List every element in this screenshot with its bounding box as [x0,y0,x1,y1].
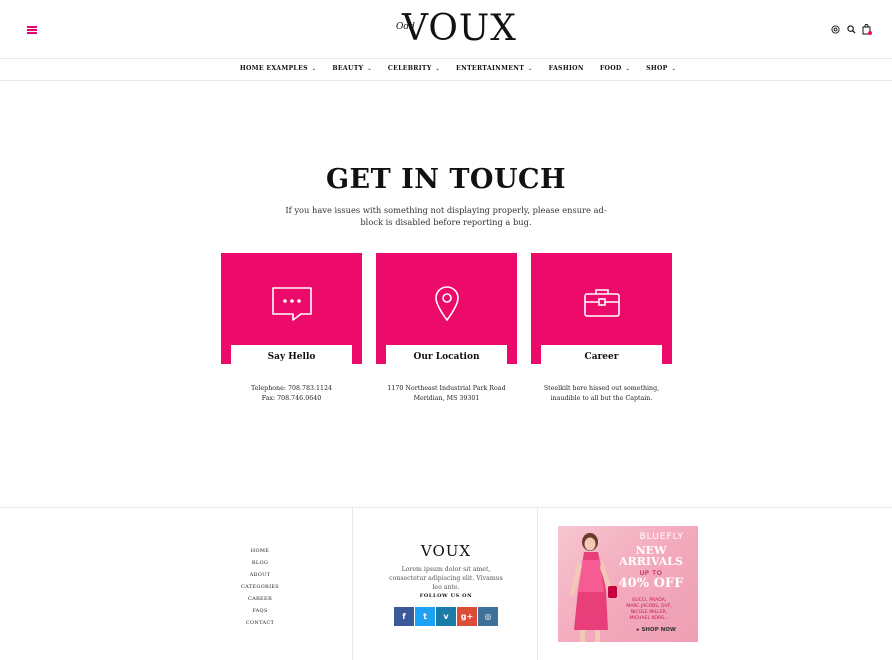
card-details: Telephone: 708.783.1124 Fax: 708.746.064… [250,385,333,402]
social-links: f t v g+ ◎ [394,607,498,626]
nav-item-celebrity[interactable]: CELEBRITY ⌄ [388,59,440,79]
card-label: Our Location [386,345,507,375]
nav-item-shop[interactable]: SHOP ⌄ [646,59,676,79]
header-icons [830,23,872,35]
footer-links-column: HOME BLOG ABOUT CATEGORIES CAREER FAQS C… [0,508,353,660]
footer-link-categories[interactable]: CATEGORIES [230,581,290,593]
follow-us-label: FOLLOW US ON [419,593,473,599]
location-pin-icon [433,286,461,326]
footer-link-contact[interactable]: CONTACT [230,617,290,629]
ad-brands-list: GUCCI, PRADA, MARC JACOBS, DVF, NICOLE M… [626,598,672,621]
nav-list: HOME EXAMPLES ⌄ BEAUTY ⌄ CELEBRITY ⌄ ENTERT… [0,59,892,79]
chat-bubble-icon [271,286,313,326]
card-label: Say Hello [231,345,352,375]
card-box: Say Hello [221,253,362,375]
nav-item-home-examples[interactable]: HOME EXAMPLES ⌄ [240,59,317,79]
vimeo-icon[interactable]: v [436,607,456,626]
ad-discount: 40% OFF [618,576,684,591]
instagram-icon[interactable]: ◎ [478,607,498,626]
advertisement-banner[interactable]: BLUEFLY NEW ARRIVALS UP TO 40% OFF GUCCI… [558,526,698,642]
card-details: Steelkilt here hissed out something, ina… [543,385,660,402]
footer-links: HOME BLOG ABOUT CATEGORIES CAREER FAQS C… [230,545,290,629]
at-icon[interactable] [830,24,840,34]
chevron-down-icon: ⌄ [311,66,317,72]
card-details: 1170 Northeast Industrial Park Road Meri… [387,385,506,402]
model-figure-image [570,533,617,642]
site-header: Odd VOUX [0,0,892,59]
chevron-down-icon: ⌄ [625,66,631,72]
ad-brand: BLUEFLY [639,532,684,542]
chevron-down-icon: ⌄ [671,66,677,72]
footer-logo[interactable]: VOUX [354,542,538,560]
page-subtitle: If you have issues with something not di… [285,205,607,227]
nav-item-fashion[interactable]: FASHION [549,59,584,79]
shopping-bag-icon[interactable] [862,23,872,35]
card-box: Our Location [376,253,517,375]
footer-link-home[interactable]: HOME [230,545,290,557]
contact-card-career: Career Steelkilt here hissed out somethi… [531,253,672,402]
chevron-down-icon: ⌄ [367,66,372,72]
chevron-down-icon: ⌄ [528,66,533,72]
ad-headline: NEW ARRIVALS [619,544,683,568]
page-title: GET IN TOUCH [326,164,566,195]
footer-link-about[interactable]: ABOUT [230,569,290,581]
logo-text: VOUX [402,8,517,49]
contact-card-say-hello: Say Hello Telephone: 708.783.1124 Fax: 7… [221,253,362,402]
card-label: Career [541,345,662,375]
main-nav: HOME EXAMPLES ⌄ BEAUTY ⌄ CELEBRITY ⌄ ENTERT… [0,59,892,81]
footer-link-career[interactable]: CAREER [230,593,290,605]
twitter-icon[interactable]: t [415,607,435,626]
footer-link-faqs[interactable]: FAQS [230,605,290,617]
facebook-icon[interactable]: f [394,607,414,626]
footer-link-blog[interactable]: BLOG [230,557,290,569]
nav-item-beauty[interactable]: BEAUTY ⌄ [332,59,371,79]
chevron-down-icon: ⌄ [435,66,441,72]
briefcase-icon [583,286,621,322]
card-box: Career [531,253,672,375]
site-logo[interactable]: Odd VOUX [396,8,516,50]
hamburger-menu-icon[interactable] [27,26,37,34]
ad-shop-now-link[interactable]: ▸ SHOP NOW [637,627,676,633]
footer-about-column: VOUX Lorem ipsum dolor sit amet, consect… [354,508,538,660]
nav-item-food[interactable]: FOOD ⌄ [600,59,630,79]
contact-card-our-location: Our Location 1170 Northeast Industrial P… [376,253,517,402]
site-footer: HOME BLOG ABOUT CATEGORIES CAREER FAQS C… [0,507,892,660]
footer-description: Lorem ipsum dolor sit amet, consectetur … [389,566,503,591]
nav-item-entertainment[interactable]: ENTERTAINMENT ⌄ [456,59,533,79]
google-plus-icon[interactable]: g+ [457,607,477,626]
search-icon[interactable] [846,24,856,34]
